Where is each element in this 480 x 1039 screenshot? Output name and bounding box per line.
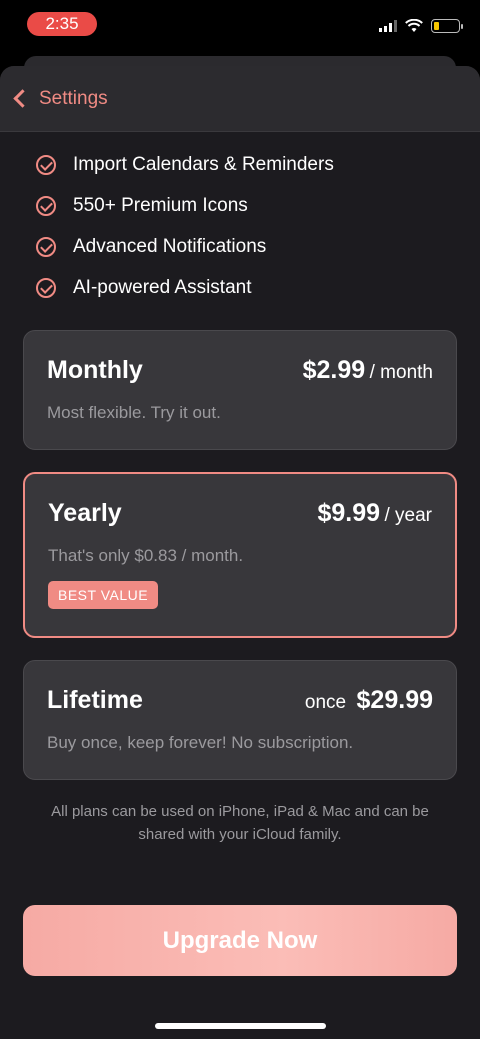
system-icons	[379, 19, 463, 33]
feature-item: Import Calendars & Reminders	[36, 144, 480, 185]
plan-price: $9.99	[317, 499, 381, 527]
plan-price: $2.99	[302, 356, 366, 384]
feature-label: 550+ Premium Icons	[73, 194, 248, 216]
status-bar: 2:35	[0, 0, 480, 56]
plan-description: That's only $0.83 / month.	[48, 546, 244, 565]
plan-unit: / year	[384, 505, 432, 526]
wifi-icon	[405, 19, 423, 32]
plan-description: Buy once, keep forever! No subscription.	[47, 733, 354, 752]
feature-label: Advanced Notifications	[73, 235, 267, 257]
cellular-signal-icon	[379, 20, 397, 32]
check-circle-icon	[36, 154, 56, 175]
feature-item: 550+ Premium Icons	[36, 185, 480, 226]
plans-footnote: All plans can be used on iPhone, iPad & …	[51, 803, 429, 843]
check-circle-icon	[36, 195, 56, 216]
plan-name: Yearly	[48, 499, 122, 527]
plan-description: Most flexible. Try it out.	[47, 403, 221, 422]
feature-label: Import Calendars & Reminders	[73, 153, 334, 175]
feature-list: Import Calendars & Reminders 550+ Premiu…	[0, 132, 480, 308]
back-label: Settings	[39, 87, 108, 109]
feature-item: AI-powered Assistant	[36, 267, 480, 308]
feature-label: AI-powered Assistant	[73, 276, 252, 298]
back-button[interactable]: Settings	[13, 87, 108, 110]
feature-item: Advanced Notifications	[36, 226, 480, 267]
plan-name: Lifetime	[47, 686, 143, 714]
check-circle-icon	[36, 236, 56, 257]
upgrade-now-button[interactable]: Upgrade Now	[23, 905, 457, 976]
check-circle-icon	[36, 277, 56, 298]
plan-yearly[interactable]: Yearly $9.99 / year That's only $0.83 / …	[23, 472, 457, 638]
plan-price: $29.99	[356, 686, 433, 714]
plan-name: Monthly	[47, 356, 143, 384]
battery-icon	[431, 19, 463, 33]
home-indicator	[155, 1023, 326, 1029]
plan-unit: / month	[369, 362, 433, 383]
best-value-badge: BEST VALUE	[48, 581, 159, 609]
plan-prefix: once	[304, 692, 347, 713]
status-time: 2:35	[27, 12, 97, 36]
plan-monthly[interactable]: Monthly $2.99 / month Most flexible. Try…	[23, 330, 457, 450]
plan-lifetime[interactable]: Lifetime once $29.99 Buy once, keep fore…	[23, 660, 457, 780]
chevron-left-icon	[13, 89, 32, 108]
nav-bar: Settings	[0, 66, 480, 132]
